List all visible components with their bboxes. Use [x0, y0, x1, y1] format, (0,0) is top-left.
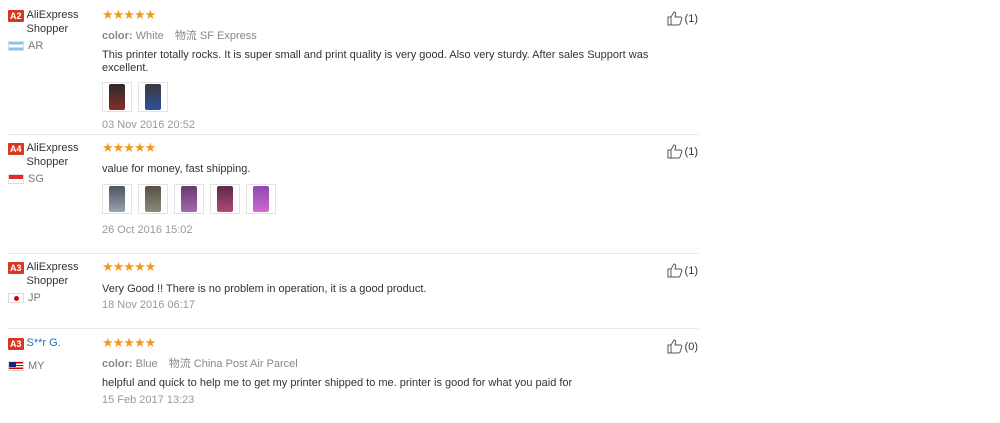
reviewer-info: A3 S**r G. MY: [8, 336, 94, 372]
color-value: White: [135, 30, 164, 42]
helpful-count: (0): [684, 340, 698, 353]
star-rating: ★★★★★: [102, 259, 156, 274]
review-body: ★★★★★ color: Blue 物流 China Post Air Parc…: [102, 335, 662, 407]
reviewer-name: AliExpress Shopper: [26, 9, 79, 35]
color-value: Blue: [135, 358, 158, 370]
review-body: ★★★★★ value for money, fast shipping. 26…: [102, 141, 662, 236]
buyer-level-badge: A4: [8, 143, 24, 155]
helpful-button[interactable]: (1): [667, 144, 698, 159]
buyer-level-badge: A3: [8, 338, 24, 350]
review-text: This printer totally rocks. It is super …: [102, 49, 649, 74]
thumbs-up-icon: [667, 339, 682, 354]
helpful-count: (1): [684, 145, 698, 158]
review-photos: [102, 82, 662, 112]
review-photo-thumbnail[interactable]: [246, 184, 276, 214]
review-date: 03 Nov 2016 20:52: [102, 119, 195, 131]
helpful-button[interactable]: (0): [667, 339, 698, 354]
country-code: MY: [28, 360, 45, 372]
helpful-button[interactable]: (1): [667, 263, 698, 278]
country-code: JP: [28, 292, 41, 304]
photo-image: [145, 84, 161, 110]
photo-image: [217, 186, 233, 212]
photo-image: [109, 186, 125, 212]
thumbs-up-icon: [667, 144, 682, 159]
photo-image: [109, 84, 125, 110]
review-date: 26 Oct 2016 15:02: [102, 224, 193, 236]
review-photo-thumbnail[interactable]: [138, 82, 168, 112]
reviewer-name: AliExpress Shopper: [26, 261, 79, 287]
helpful-count: (1): [684, 264, 698, 277]
thumbs-up-icon: [667, 263, 682, 278]
reviewer-info: A3 AliExpress Shopper JP: [8, 260, 94, 304]
shipping-value: China Post Air Parcel: [193, 358, 298, 370]
review-photo-thumbnail[interactable]: [138, 184, 168, 214]
buyer-level-badge: A3: [8, 262, 24, 274]
color-label: color:: [102, 30, 133, 42]
review-photos: [102, 184, 662, 214]
country-code: AR: [28, 40, 44, 52]
review-text: helpful and quick to help me to get my p…: [102, 377, 573, 389]
reviewer-name: AliExpress Shopper: [26, 142, 79, 168]
review-photo-thumbnail[interactable]: [174, 184, 204, 214]
thumbs-up-icon: [667, 11, 682, 26]
review-attributes: color: White 物流 SF Express: [102, 27, 662, 43]
flag-sg-icon: [8, 174, 24, 184]
country-code: SG: [28, 173, 44, 185]
review-item: A4 AliExpress Shopper SG ★★★★★ value for …: [8, 141, 698, 254]
review-date: 18 Nov 2016 06:17: [102, 299, 195, 311]
photo-image: [145, 186, 161, 212]
reviewer-country: MY: [8, 360, 94, 372]
review-photo-thumbnail[interactable]: [210, 184, 240, 214]
shipping-label: 物流: [168, 358, 191, 370]
photo-image: [181, 186, 197, 212]
buyer-level-badge: A2: [8, 10, 24, 22]
color-label: color:: [102, 358, 133, 370]
reviewer-info: A2 AliExpress Shopper AR: [8, 8, 94, 52]
reviewer-name-link[interactable]: S**r G.: [27, 336, 87, 350]
star-rating: ★★★★★: [102, 7, 156, 22]
helpful-button[interactable]: (1): [667, 11, 698, 26]
flag-my-icon: [8, 361, 24, 371]
review-item: A3 S**r G. MY ★★★★★ color: Blue 物流 China …: [8, 336, 698, 416]
review-photo-thumbnail[interactable]: [102, 184, 132, 214]
review-text: value for money, fast shipping.: [102, 163, 251, 175]
reviewer-country: JP: [8, 292, 94, 304]
review-photo-thumbnail[interactable]: [102, 82, 132, 112]
review-attributes: color: Blue 物流 China Post Air Parcel: [102, 355, 662, 371]
shipping-value: SF Express: [199, 30, 257, 42]
star-rating: ★★★★★: [102, 140, 156, 155]
star-rating: ★★★★★: [102, 335, 156, 350]
reviewer-info: A4 AliExpress Shopper SG: [8, 141, 94, 185]
review-body: ★★★★★ color: White 物流 SF Express This pr…: [102, 8, 662, 131]
review-item: A2 AliExpress Shopper AR ★★★★★ color: Whi…: [8, 8, 698, 135]
review-body: ★★★★★ Very Good !! There is no problem i…: [102, 259, 662, 312]
reviewer-country: SG: [8, 173, 94, 185]
shipping-label: 物流: [174, 30, 197, 42]
review-text: Very Good !! There is no problem in oper…: [102, 283, 427, 295]
flag-ar-icon: [8, 41, 24, 51]
helpful-count: (1): [684, 12, 698, 25]
reviewer-country: AR: [8, 40, 94, 52]
photo-image: [253, 186, 269, 212]
review-list: A2 AliExpress Shopper AR ★★★★★ color: Whi…: [0, 0, 1000, 423]
review-date: 15 Feb 2017 13:23: [102, 394, 195, 406]
review-item: A3 AliExpress Shopper JP ★★★★★ Very Good …: [8, 260, 698, 329]
flag-jp-icon: [8, 293, 24, 303]
